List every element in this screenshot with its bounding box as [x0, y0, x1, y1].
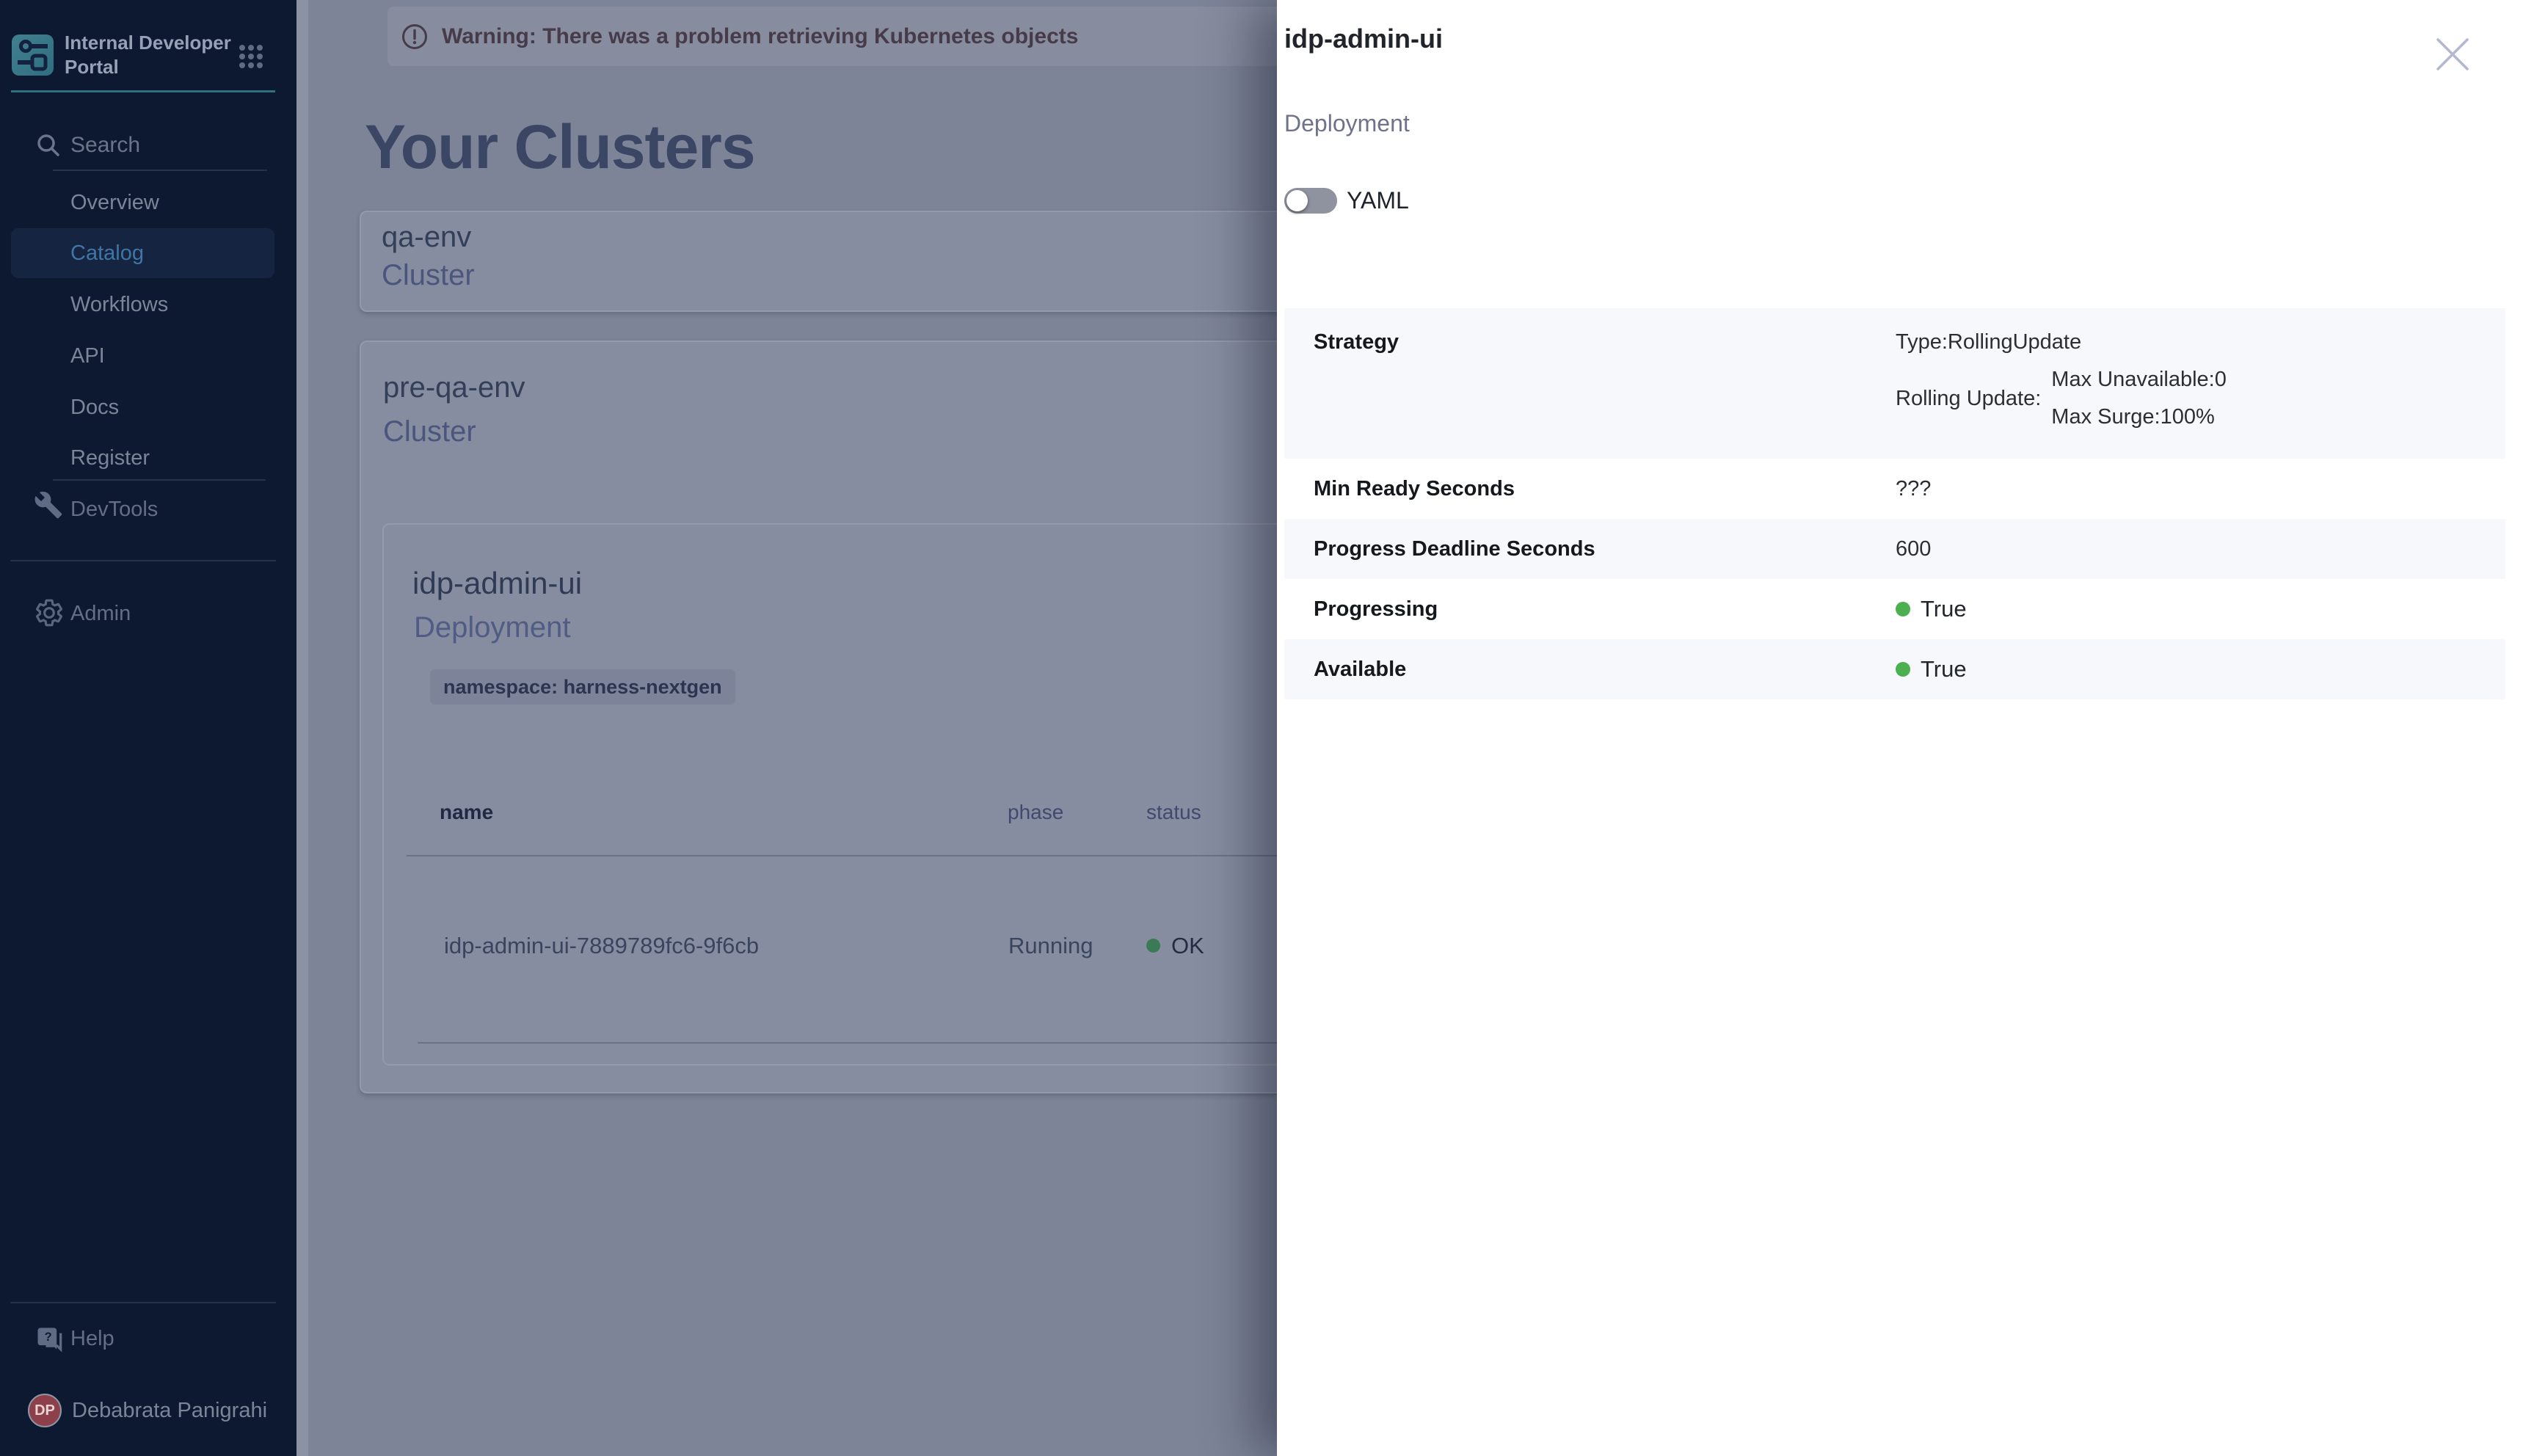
cluster-name: qa-env — [382, 221, 471, 254]
status-true-dot — [1896, 662, 1910, 677]
search-underline — [53, 170, 267, 171]
sidebar-item-workflows[interactable]: Workflows — [70, 284, 168, 325]
detail-value: True — [1896, 596, 2505, 622]
detail-label: Progress Deadline Seconds — [1284, 537, 1896, 561]
cluster-name: pre-qa-env — [383, 371, 525, 404]
pod-status: OK — [1171, 933, 1204, 959]
detail-value: Type:RollingUpdate Rolling Update: Max U… — [1896, 308, 2505, 429]
yaml-toggle[interactable] — [1284, 188, 1337, 214]
close-icon[interactable] — [2434, 35, 2472, 73]
pod-name: idp-admin-ui-7889789fc6-9f6cb — [444, 933, 759, 959]
drawer-kind-label: Deployment — [1284, 110, 1410, 137]
page-title: Your Clusters — [365, 112, 755, 183]
detail-value: True — [1896, 656, 2505, 682]
sidebar-search[interactable]: Search — [0, 129, 296, 163]
workload-name: idp-admin-ui — [412, 566, 582, 601]
column-header-phase: phase — [1008, 801, 1063, 824]
brand-title: Internal Developer Portal — [65, 31, 231, 79]
section-divider — [10, 560, 276, 561]
portal-logo-icon[interactable] — [12, 34, 54, 76]
detail-row-min-ready-seconds: Min Ready Seconds ??? — [1284, 459, 2505, 519]
help-chat-icon: ? — [34, 1322, 66, 1355]
sidebar-item-devtools[interactable]: DevTools — [70, 489, 158, 530]
cluster-kind: Cluster — [382, 259, 475, 292]
yaml-toggle-label: YAML — [1347, 187, 1409, 214]
detail-value: 600 — [1896, 537, 2505, 561]
rolling-update-label: Rolling Update: — [1896, 387, 2041, 411]
workload-kind: Deployment — [414, 611, 570, 644]
sidebar-item-docs[interactable]: Docs — [70, 387, 119, 428]
sidebar-item-overview[interactable]: Overview — [70, 182, 159, 223]
toggle-knob — [1286, 190, 1308, 211]
sidebar-item-catalog[interactable]: Catalog — [70, 233, 144, 274]
status-ok-dot — [1146, 939, 1160, 953]
detail-label: Progressing — [1284, 597, 1896, 622]
column-header-status: status — [1146, 801, 1201, 824]
detail-row-strategy: Strategy Type:RollingUpdate Rolling Upda… — [1284, 308, 2505, 459]
detail-label: Min Ready Seconds — [1284, 477, 1896, 501]
detail-label: Available — [1284, 658, 1896, 682]
search-input[interactable]: Search — [70, 133, 140, 158]
namespace-chip: namespace: harness-nextgen — [430, 669, 735, 705]
alert-circle-icon — [401, 23, 429, 51]
brand-accent-rule — [11, 90, 275, 92]
detail-row-progressing: Progressing True — [1284, 579, 2505, 639]
wrench-icon — [34, 490, 63, 520]
detail-row-available: Available True — [1284, 639, 2505, 699]
brand-line2: Portal — [65, 55, 231, 79]
brand-line1: Internal Developer — [65, 31, 231, 55]
detail-label: Strategy — [1284, 308, 1896, 354]
apps-grid-icon[interactable] — [239, 45, 263, 68]
detail-value: ??? — [1896, 477, 2505, 501]
detail-row-progress-deadline-seconds: Progress Deadline Seconds 600 — [1284, 519, 2505, 579]
search-icon — [35, 132, 62, 159]
strategy-type: Type:RollingUpdate — [1896, 330, 2505, 354]
svg-text:?: ? — [45, 1331, 52, 1344]
status-true-dot — [1896, 602, 1910, 616]
sidebar-item-admin[interactable]: Admin — [70, 593, 131, 634]
cluster-kind: Cluster — [383, 415, 476, 448]
status-true-text: True — [1921, 656, 1967, 682]
footer-divider — [10, 1302, 276, 1303]
sidebar-item-help[interactable]: Help — [70, 1318, 114, 1359]
pod-phase: Running — [1008, 933, 1093, 959]
app-root: Internal Developer Portal Search Overvie… — [0, 0, 2526, 1456]
page-scrollbar[interactable] — [296, 0, 308, 1456]
max-unavailable: Max Unavailable:0 — [2051, 368, 2227, 392]
warning-text: Warning: There was a problem retrieving … — [442, 24, 1078, 49]
max-surge: Max Surge:100% — [2051, 405, 2227, 429]
sidebar-item-api[interactable]: API — [70, 335, 105, 376]
deployment-details-table: Strategy Type:RollingUpdate Rolling Upda… — [1284, 308, 2505, 699]
sidebar-item-register[interactable]: Register — [70, 437, 150, 478]
column-header-name: name — [440, 801, 493, 824]
status-true-text: True — [1921, 596, 1967, 622]
user-name[interactable]: Debabrata Panigrahi — [72, 1390, 267, 1431]
drawer-title: idp-admin-ui — [1284, 23, 1443, 54]
gear-icon — [34, 597, 65, 628]
yaml-toggle-row[interactable]: YAML — [1284, 186, 1409, 215]
avatar[interactable]: DP — [28, 1394, 62, 1427]
sidebar: Internal Developer Portal Search Overvie… — [0, 0, 296, 1456]
nav-divider — [53, 479, 266, 481]
deployment-drawer: idp-admin-ui Deployment YAML Strategy Ty… — [1277, 0, 2526, 1456]
